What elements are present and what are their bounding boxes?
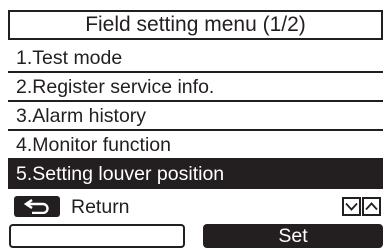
footer-bar: Return: [8, 194, 383, 220]
chevron-up-icon: [365, 202, 378, 211]
page-title: Field setting menu (1/2): [8, 10, 383, 40]
menu-item-alarm-history[interactable]: 3.Alarm history: [8, 102, 383, 131]
menu-item-register-service-info[interactable]: 2.Register service info.: [8, 73, 383, 102]
field-setting-screen: Field setting menu (1/2) 1.Test mode 2.R…: [0, 0, 392, 250]
return-button[interactable]: [14, 196, 60, 217]
field-setting-menu: 1.Test mode 2.Register service info. 3.A…: [8, 44, 383, 189]
return-label: Return: [71, 196, 130, 218]
chevron-down-icon: [345, 202, 358, 211]
menu-item-test-mode[interactable]: 1.Test mode: [8, 44, 383, 73]
scroll-down-button[interactable]: [342, 197, 361, 216]
return-arrow-icon: [24, 199, 49, 214]
menu-item-monitor-function[interactable]: 4.Monitor function: [8, 131, 383, 160]
set-button[interactable]: Set: [203, 224, 383, 248]
scroll-up-button[interactable]: [362, 197, 381, 216]
left-function-button[interactable]: [9, 224, 185, 248]
menu-item-setting-louver-position[interactable]: 5.Setting louver position: [8, 160, 383, 189]
